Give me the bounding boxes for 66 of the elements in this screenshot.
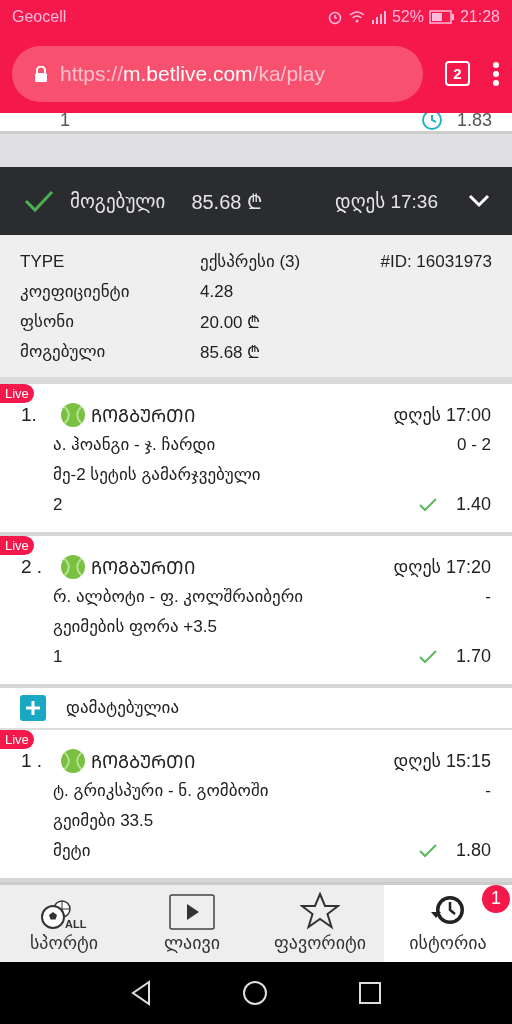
notification-badge: 1 <box>482 884 510 913</box>
players: ა. ჰოანგი - ჯ. ჩარდი <box>53 434 216 456</box>
pick: 1 <box>53 646 63 667</box>
nav-tab[interactable]: ფავორიტი <box>256 884 384 963</box>
detail-value: ექსპრესი (3) <box>200 251 302 273</box>
match-time: დღეს 17:00 <box>393 403 491 426</box>
clock: 21:28 <box>459 7 500 26</box>
ticket-header[interactable]: მოგებული 85.68 ₾ დღეს 17:36 <box>0 167 512 235</box>
lock-icon <box>34 65 48 82</box>
players: რ. ალბოტი - ფ. კოლშრაიბერი <box>53 586 304 608</box>
pick: 2 <box>53 494 63 515</box>
sport-name: ᲩᲝᲒᲑᲣᲠᲗᲘ <box>91 750 195 773</box>
nav-tab[interactable]: ისტორია 1 <box>384 884 512 963</box>
tennis-ball-icon <box>61 748 85 773</box>
market: მე-2 სეტის გამარჯვებული <box>53 464 261 486</box>
tab-count-button[interactable]: 2 <box>445 61 470 87</box>
detail-value: 85.68 ₾ <box>200 342 262 364</box>
ticket-id: #ID: 16031973 <box>379 251 492 272</box>
players: ტ. გრიკსპური - ნ. გომბოში <box>53 780 269 802</box>
detail-value: 20.00 ₾ <box>200 312 262 334</box>
detail-label: კოეფიციენტი <box>20 281 131 303</box>
nav-tab[interactable]: ALL სპორტი <box>0 884 128 963</box>
ticket-status: მოგებული <box>70 189 166 213</box>
ticket-amount: 85.68 ₾ <box>191 189 262 215</box>
detail-label: მოგებული <box>20 341 107 363</box>
star-icon <box>300 892 340 931</box>
recents-icon[interactable] <box>358 981 382 1006</box>
clock-icon <box>420 113 443 132</box>
odds: 1.83 <box>456 113 492 132</box>
plus-icon[interactable] <box>20 694 46 721</box>
score: - <box>485 780 491 801</box>
ticket-time: დღეს 17:36 <box>335 189 438 213</box>
url-text: https://m.betlive.com/ka/play <box>60 61 325 86</box>
carrier: Geocell <box>12 7 67 26</box>
added-label: დამატებულია <box>66 697 179 719</box>
odds: 1.80 <box>455 840 491 862</box>
detail-value: 4.28 <box>200 281 235 302</box>
back-icon[interactable] <box>130 980 152 1007</box>
score: - <box>485 586 491 607</box>
bet-number: 1 . <box>21 749 44 772</box>
odds: 1.70 <box>455 646 491 668</box>
nav-tab[interactable]: ლაივი <box>128 884 256 963</box>
wifi-icon <box>347 9 366 24</box>
chevron-icon[interactable] <box>468 194 490 208</box>
bet-number: 1. <box>21 403 38 426</box>
market: გეიმები 33.5 <box>53 810 154 832</box>
battery-level: 52% <box>391 7 424 26</box>
sport-name: ᲩᲝᲒᲑᲣᲠᲗᲘ <box>91 556 195 579</box>
bet-number: 2 . <box>21 555 44 578</box>
match-time: დღეს 17:20 <box>393 555 491 578</box>
market: გეიმების ფორა +3.5 <box>53 616 217 638</box>
score: 0 - 2 <box>456 434 491 455</box>
detail-label: TYPE <box>20 251 66 272</box>
tennis-ball-icon <box>61 554 85 579</box>
sport-name: ᲩᲝᲒᲑᲣᲠᲗᲘ <box>91 404 195 427</box>
play-icon <box>169 894 215 931</box>
odds: 1.40 <box>455 494 491 516</box>
home-icon[interactable] <box>242 980 268 1007</box>
tennis-ball-icon <box>61 402 85 427</box>
battery-icon <box>428 9 455 24</box>
match-time: დღეს 15:15 <box>393 749 491 772</box>
detail-label: ფსონი <box>20 311 75 333</box>
signal-icon <box>370 9 387 24</box>
pick: მეტი <box>53 840 91 862</box>
pick: 1 <box>60 113 70 132</box>
more-menu-icon[interactable] <box>492 60 500 87</box>
